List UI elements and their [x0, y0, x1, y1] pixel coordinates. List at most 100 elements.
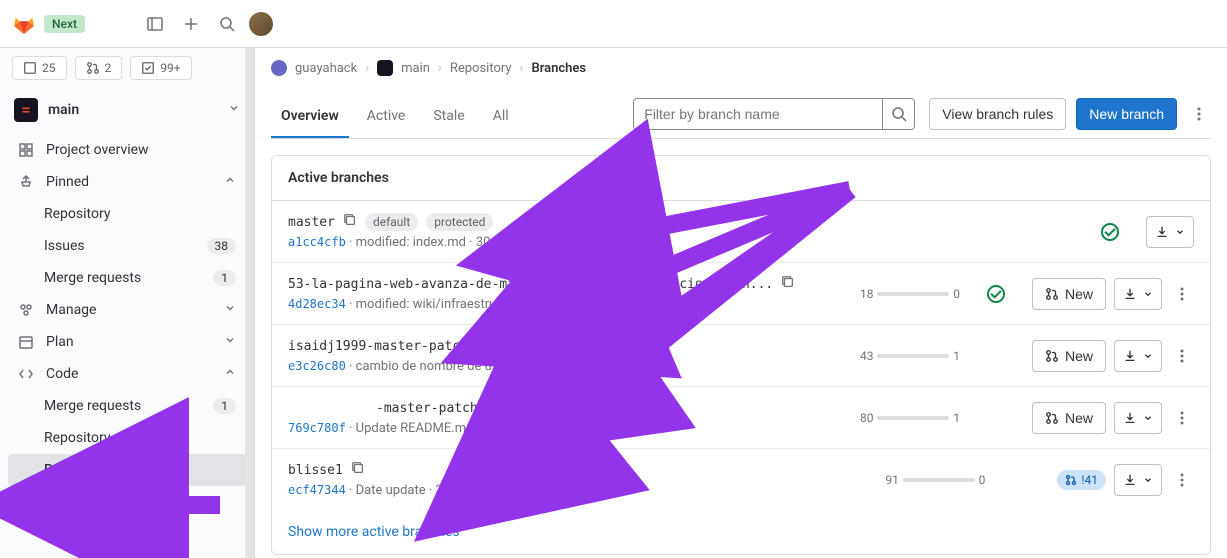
sidebar-item-pinned[interactable]: Pinned	[8, 166, 246, 198]
copy-icon[interactable]	[781, 275, 795, 293]
plan-icon	[18, 334, 34, 350]
mr-badge: 1	[213, 398, 236, 414]
commit-sha[interactable]: 4d28ec34	[288, 297, 346, 311]
copy-icon[interactable]	[523, 337, 537, 355]
copy-icon[interactable]	[343, 213, 357, 231]
download-button[interactable]	[1114, 402, 1162, 434]
pin-icon	[18, 174, 34, 190]
new-branch-button[interactable]: New branch	[1076, 98, 1177, 130]
divergence: 180	[860, 287, 960, 301]
commit-sha[interactable]: e3c26c80	[288, 359, 346, 373]
sidebar-item-code-merge-requests[interactable]: Merge requests 1	[8, 390, 246, 422]
divergence: 801	[860, 411, 960, 425]
user-avatar[interactable]	[249, 12, 273, 36]
sidebar-item-code-commits[interactable]: Commits	[8, 486, 246, 518]
sidebar-item-issues[interactable]: Issues 38	[8, 230, 246, 262]
branch-name[interactable]: master	[288, 215, 335, 230]
pipeline-status[interactable]	[976, 285, 1016, 303]
pipeline-status[interactable]	[1090, 223, 1130, 241]
sidebar-item-code-repository[interactable]: Repository	[8, 422, 246, 454]
sidebar-item-merge-requests[interactable]: Merge requests 1	[8, 262, 246, 294]
next-badge: Next	[44, 15, 85, 33]
sidebar-item-code-branches[interactable]: Branches	[8, 454, 246, 486]
kebab-menu-icon[interactable]	[1170, 286, 1194, 302]
tab-all[interactable]: All	[483, 96, 519, 138]
default-pill: default	[365, 213, 418, 231]
search-icon[interactable]	[213, 10, 241, 38]
new-mr-button[interactable]: New	[1032, 402, 1106, 434]
issues-badge: 38	[207, 238, 237, 254]
download-button[interactable]	[1114, 340, 1162, 372]
branch-meta: 769c780f · Update README.md · 3 days ago	[288, 421, 844, 436]
project-name: main	[48, 102, 218, 118]
branch-name[interactable]: 53-la-pagina-web-avanza-de-manera-lineal…	[288, 277, 773, 292]
filter-search-button[interactable]	[883, 98, 915, 130]
branch-name[interactable]: blisse1	[288, 463, 343, 478]
breadcrumb: guayahack › main › Repository › Branches	[255, 48, 1227, 88]
branch-row: 53-la-pagina-web-avanza-de-manera-lineal…	[272, 263, 1210, 325]
code-icon	[18, 366, 34, 382]
manage-icon	[18, 302, 34, 318]
new-mr-button[interactable]: New	[1032, 340, 1106, 372]
panel-title: Active branches	[272, 156, 1210, 201]
branch-row: master default protected a1cc4cfb · modifie…	[272, 201, 1210, 263]
mrs-counter[interactable]: 2	[75, 56, 123, 80]
sidebar-item-plan[interactable]: Plan	[8, 326, 246, 358]
sidebar-item-repository[interactable]: Repository	[8, 198, 246, 230]
kebab-menu-icon[interactable]	[1170, 472, 1194, 488]
gitlab-logo-icon[interactable]	[12, 12, 36, 36]
sidebar-toggle-icon[interactable]	[141, 10, 169, 38]
branch-meta: 4d28ec34 · modified: wiki/infraestructur…	[288, 297, 844, 312]
row-actions	[1146, 216, 1194, 248]
branch-row: isaidj1999-master-patch-17967 e3c26c80 · …	[272, 325, 1210, 387]
success-icon	[1101, 223, 1119, 241]
sidebar-item-code[interactable]: Code	[8, 358, 246, 390]
download-button[interactable]	[1114, 464, 1162, 496]
view-branch-rules-button[interactable]: View branch rules	[929, 98, 1066, 130]
download-button[interactable]	[1146, 216, 1194, 248]
branch-meta: a1cc4cfb · modified: index.md · 30 minut…	[288, 235, 958, 250]
breadcrumb-section[interactable]: Repository	[450, 61, 512, 76]
filter-input[interactable]	[633, 98, 883, 130]
plus-icon[interactable]	[177, 10, 205, 38]
tab-active[interactable]: Active	[357, 96, 416, 138]
chevron-down-icon	[224, 302, 236, 318]
branch-name[interactable]: isaidj1999-master-patch-17967	[288, 339, 515, 354]
sidebar-item-overview[interactable]: Project overview	[8, 134, 246, 166]
scrollbar[interactable]	[245, 48, 254, 558]
branch-name[interactable]: -master-patch-36680	[376, 401, 525, 416]
branch-meta: e3c26c80 · cambio de nombre de usuario ·…	[288, 359, 844, 374]
commit-sha[interactable]: 769c780f	[288, 421, 346, 435]
tab-stale[interactable]: Stale	[423, 96, 474, 138]
mr-link[interactable]: !41	[1057, 470, 1106, 490]
project-header[interactable]: main	[0, 88, 254, 132]
kebab-menu-icon[interactable]	[1170, 348, 1194, 364]
row-actions: New	[1032, 340, 1194, 372]
breadcrumb-group[interactable]: guayahack	[295, 61, 357, 76]
branch-meta: ecf47344 · Date update · 3 days ago	[288, 483, 869, 498]
active-branches-panel: Active branches master default protected a1…	[271, 155, 1211, 555]
overview-icon	[18, 142, 34, 158]
protected-pill: protected	[426, 213, 493, 231]
new-mr-button[interactable]: New	[1032, 278, 1106, 310]
branch-row: -master-patch-36680 769c780f · Update REA…	[272, 387, 1210, 449]
copy-icon[interactable]	[533, 399, 547, 417]
row-actions: New	[1032, 402, 1194, 434]
kebab-menu-icon[interactable]	[1170, 410, 1194, 426]
project-avatar-icon	[14, 98, 38, 122]
download-button[interactable]	[1114, 278, 1162, 310]
tab-overview[interactable]: Overview	[271, 96, 349, 138]
copy-icon[interactable]	[351, 461, 365, 479]
sidebar: 25 2 99+ main Project overview	[0, 48, 255, 558]
commit-sha[interactable]: a1cc4cfb	[288, 235, 346, 249]
mr-badge: 1	[213, 270, 236, 286]
issues-counter[interactable]: 25	[12, 56, 67, 80]
chevron-down-icon	[228, 102, 240, 118]
commit-sha[interactable]: ecf47344	[288, 483, 346, 497]
project-avatar-icon	[377, 60, 393, 76]
kebab-menu-icon[interactable]	[1187, 106, 1211, 122]
todos-counter[interactable]: 99+	[130, 56, 191, 80]
sidebar-item-manage[interactable]: Manage	[8, 294, 246, 326]
breadcrumb-project[interactable]: main	[401, 61, 430, 76]
show-more-link[interactable]: Show more active branches	[272, 510, 1210, 554]
